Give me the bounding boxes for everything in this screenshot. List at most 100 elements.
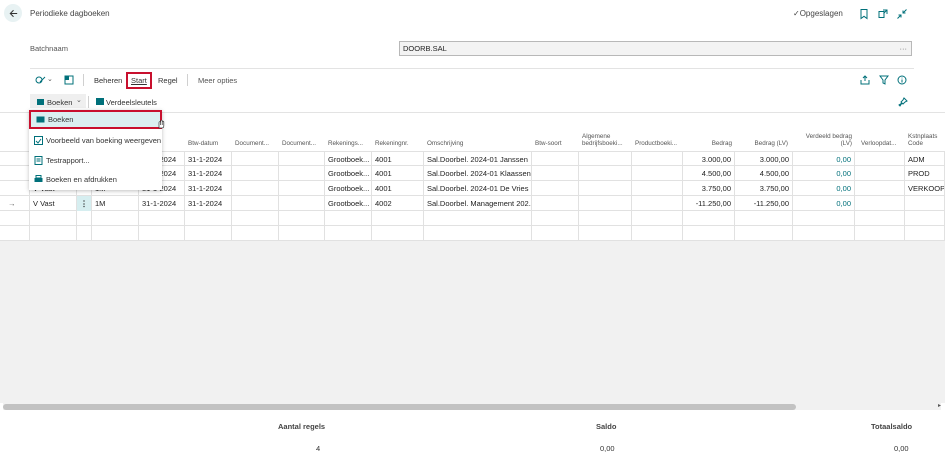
cell-costcenter[interactable]: ADM	[905, 152, 945, 167]
cell-genprod[interactable]	[632, 152, 683, 167]
cell-genprod[interactable]	[632, 181, 683, 196]
cell-description[interactable]: Sal.Doorbel. Management 202...	[424, 196, 532, 211]
cell-accttype[interactable]: Grootboek...	[325, 181, 372, 196]
cell-method[interactable]: V Vast	[30, 196, 77, 211]
collapse-icon[interactable]	[896, 8, 908, 20]
cell-allocated[interactable]: 0,00	[793, 166, 855, 181]
menu-item-post-and-print[interactable]: Boeken en afdrukken	[29, 170, 162, 189]
cell-empty[interactable]	[232, 211, 279, 226]
manage-menu[interactable]: Beheren	[94, 76, 122, 85]
cell-reversal[interactable]	[855, 152, 905, 167]
cell-genbus[interactable]	[579, 152, 632, 167]
cell-genprod[interactable]	[632, 166, 683, 181]
cell-empty[interactable]	[139, 226, 185, 241]
table-row-empty[interactable]	[0, 226, 945, 241]
open-in-excel-icon[interactable]	[64, 75, 74, 85]
line-menu[interactable]: Regel	[158, 76, 178, 85]
col-header-vattype[interactable]: Btw-soort	[535, 128, 579, 150]
cell-reversal[interactable]	[855, 181, 905, 196]
col-header-doctype[interactable]: Document...	[235, 128, 279, 150]
cell-vatdate[interactable]: 31-1-2024	[185, 181, 232, 196]
cell-description[interactable]: Sal.Doorbel. 2024-01 De Vries	[424, 181, 532, 196]
cell-genbus[interactable]	[579, 181, 632, 196]
cell-empty[interactable]	[185, 226, 232, 241]
col-header-amount[interactable]: Bedrag	[686, 128, 732, 150]
cell-accttype[interactable]: Grootboek...	[325, 166, 372, 181]
cell-amount-lcy[interactable]: 3.000,00	[735, 152, 793, 167]
col-header-costcenter[interactable]: Kstnplaats Code	[908, 128, 945, 150]
col-header-accttype[interactable]: Rekenings...	[328, 128, 372, 150]
cell-empty[interactable]	[579, 211, 632, 226]
back-button[interactable]	[4, 4, 22, 22]
cell-doctype[interactable]	[232, 166, 279, 181]
cell-costcenter[interactable]: VERKOOP	[905, 181, 945, 196]
cell-vattype[interactable]	[532, 166, 579, 181]
cell-frequency[interactable]: 1M	[92, 196, 139, 211]
cell-doctype[interactable]	[232, 196, 279, 211]
cell-docno[interactable]	[279, 152, 325, 167]
cell-acctno[interactable]: 4002	[372, 196, 424, 211]
cell-docno[interactable]	[279, 166, 325, 181]
cell-costcenter[interactable]: PROD	[905, 166, 945, 181]
share-icon[interactable]	[860, 75, 870, 85]
cell-empty[interactable]	[185, 211, 232, 226]
more-options-menu[interactable]: Meer opties	[198, 76, 237, 85]
cell-empty[interactable]	[735, 211, 793, 226]
cell-amount[interactable]: -11.250,00	[683, 196, 735, 211]
edit-list-icon[interactable]	[35, 75, 47, 85]
cell-empty[interactable]	[855, 211, 905, 226]
menu-item-preview-posting[interactable]: Voorbeeld van boeking weergeven	[29, 131, 162, 150]
cell-allocated[interactable]: 0,00	[793, 152, 855, 167]
menu-item-test-report[interactable]: Testrapport...	[29, 151, 162, 170]
cell-empty[interactable]	[139, 211, 185, 226]
cell-description[interactable]: Sal.Doorbel. 2024-01 Janssen	[424, 152, 532, 167]
open-new-window-icon[interactable]	[877, 8, 889, 20]
cell-acctno[interactable]: 4001	[372, 166, 424, 181]
cell-amount[interactable]: 3.000,00	[683, 152, 735, 167]
col-header-genbus[interactable]: Algemene bedrijfsboeki...	[582, 128, 632, 150]
col-header-acctno[interactable]: Rekeningnr.	[375, 128, 423, 150]
cell-empty[interactable]	[325, 226, 372, 241]
cell-empty[interactable]	[372, 226, 424, 241]
cell-vatdate[interactable]: 31-1-2024	[185, 166, 232, 181]
cell-reversal[interactable]	[855, 196, 905, 211]
cell-doctype[interactable]	[232, 181, 279, 196]
cell-empty[interactable]	[279, 211, 325, 226]
scrollbar-thumb[interactable]	[3, 404, 796, 410]
cell-acctno[interactable]: 4001	[372, 181, 424, 196]
cell-empty[interactable]	[232, 226, 279, 241]
cell-accttype[interactable]: Grootboek...	[325, 152, 372, 167]
chevron-down-icon[interactable]: ⌄	[47, 75, 53, 83]
cell-bookdate[interactable]: 31-1-2024	[139, 196, 185, 211]
cell-amount-lcy[interactable]: 4.500,00	[735, 166, 793, 181]
cell-empty[interactable]	[905, 211, 945, 226]
col-header-amount-lcy[interactable]: Bedrag (LV)	[738, 128, 788, 150]
batch-name-input[interactable]: DOORB.SAL ···	[399, 41, 912, 56]
cell-empty[interactable]	[905, 226, 945, 241]
cell-empty[interactable]	[532, 226, 579, 241]
col-header-reversal[interactable]: Verloopdat...	[861, 128, 901, 150]
cell-empty[interactable]	[632, 226, 683, 241]
scroll-right-icon[interactable]: ▸	[938, 402, 941, 409]
cell-amount-lcy[interactable]: -11.250,00	[735, 196, 793, 211]
cell-empty[interactable]	[77, 211, 92, 226]
cell-docno[interactable]	[279, 181, 325, 196]
cell-empty[interactable]	[683, 226, 735, 241]
cell-empty[interactable]	[735, 226, 793, 241]
chevron-down-icon[interactable]: ⌄	[76, 96, 82, 104]
cell-empty[interactable]	[92, 226, 139, 241]
cell-doctype[interactable]	[232, 152, 279, 167]
cell-empty[interactable]	[77, 226, 92, 241]
post-dropdown-button[interactable]: Boeken	[47, 98, 72, 107]
cell-empty[interactable]	[683, 211, 735, 226]
cell-acctno[interactable]: 4001	[372, 152, 424, 167]
cell-empty[interactable]	[92, 211, 139, 226]
cell-empty[interactable]	[632, 211, 683, 226]
lookup-button[interactable]: ···	[900, 44, 908, 53]
col-header-vatdate[interactable]: Btw-datum	[188, 128, 232, 150]
cell-empty[interactable]	[424, 211, 532, 226]
cell-genbus[interactable]	[579, 196, 632, 211]
cell-empty[interactable]	[793, 211, 855, 226]
cell-empty[interactable]	[30, 211, 77, 226]
col-header-docno[interactable]: Document...	[282, 128, 326, 150]
